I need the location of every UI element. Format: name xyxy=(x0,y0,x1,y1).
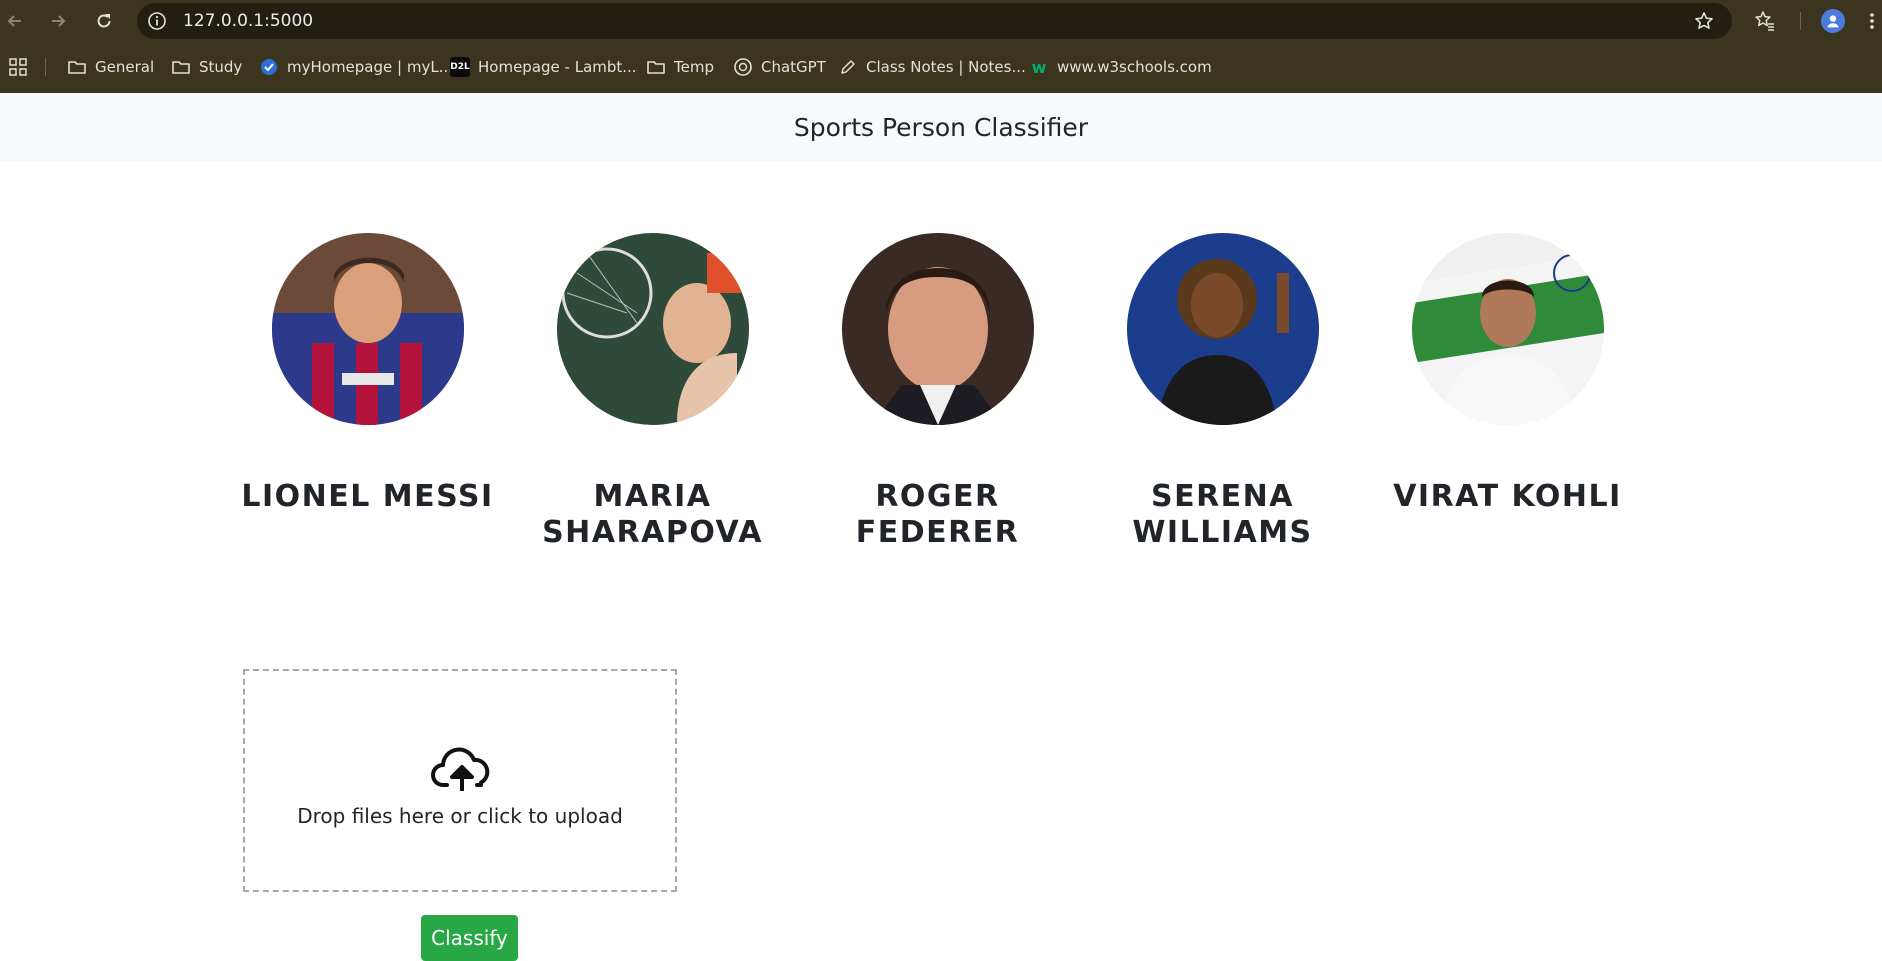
player-name: VIRAT KOHLI xyxy=(1393,479,1622,514)
player-photo-serena xyxy=(1126,233,1319,425)
bookmark-label: Temp xyxy=(674,58,714,76)
page-title: Sports Person Classifier xyxy=(793,112,1089,142)
more-vertical-icon xyxy=(1870,13,1874,29)
file-dropzone[interactable]: Drop files here or click to upload xyxy=(243,669,677,892)
player-name: LIONEL MESSI xyxy=(241,479,494,514)
site-info-icon[interactable] xyxy=(147,11,167,31)
pencil-icon xyxy=(841,60,855,74)
arrow-right-icon xyxy=(52,15,66,27)
folder-icon xyxy=(172,61,190,74)
d2l-favicon-icon: D2L xyxy=(450,57,470,77)
bookmark-label: General xyxy=(95,58,155,76)
bookmark-label: www.w3schools.com xyxy=(1057,58,1212,76)
bookmark-label: myHomepage | myL... xyxy=(287,58,453,76)
profile-icon xyxy=(1827,15,1839,28)
player-photo-image xyxy=(1411,233,1604,425)
bookmark-label: Study xyxy=(199,58,243,76)
bookmark-star-icon[interactable] xyxy=(1694,11,1714,31)
page-header: Sports Person Classifier xyxy=(0,93,1882,161)
apps-grid-icon xyxy=(9,58,27,76)
bookmark-w3schools[interactable]: w www.w3schools.com xyxy=(1029,50,1212,84)
reading-list-button[interactable] xyxy=(1752,8,1778,34)
browser-toolbar: 127.0.0.1:5000 xyxy=(0,0,1882,42)
url-text[interactable]: 127.0.0.1:5000 xyxy=(183,3,313,39)
browser-menu-button[interactable] xyxy=(1866,8,1878,34)
player-photo-image xyxy=(841,233,1034,425)
bookmark-myhomepage[interactable]: myHomepage | myL... xyxy=(259,50,453,84)
player-name: MARIA SHARAPOVA xyxy=(542,479,763,550)
player-photo-image xyxy=(556,233,749,425)
forward-button[interactable] xyxy=(45,8,71,34)
arrow-left-icon xyxy=(7,15,21,27)
bookmark-label: Homepage - Lambt... xyxy=(478,58,637,76)
player-photo-image xyxy=(1126,233,1319,425)
folder-icon xyxy=(68,61,86,74)
w3schools-icon: w xyxy=(1031,57,1047,77)
reload-button[interactable] xyxy=(91,8,117,34)
dropzone-text: Drop files here or click to upload xyxy=(297,804,623,828)
classify-button[interactable]: Classify xyxy=(421,915,518,961)
bookmark-study[interactable]: Study xyxy=(171,50,242,84)
player-photo-sharapova xyxy=(556,233,749,425)
browser-chrome: 127.0.0.1:5000 General Study myHomepage … xyxy=(0,0,1882,93)
star-list-icon xyxy=(1755,11,1774,31)
player-photo-federer xyxy=(841,233,1034,425)
player-name: SERENA WILLIAMS xyxy=(1132,479,1313,550)
player-card-kohli[interactable]: VIRAT KOHLI xyxy=(1365,233,1650,515)
bookmark-general[interactable]: General xyxy=(67,50,154,84)
chatgpt-icon xyxy=(734,58,752,76)
bookmark-label: Class Notes | Notes... xyxy=(866,58,1026,76)
bookmark-chatgpt[interactable]: ChatGPT xyxy=(733,50,826,84)
cloud-upload-icon xyxy=(431,747,490,791)
apps-button[interactable] xyxy=(8,50,28,84)
player-photo-kohli xyxy=(1411,233,1604,425)
bookmark-temp[interactable]: Temp xyxy=(646,50,714,84)
reload-icon xyxy=(97,14,111,28)
player-card-serena[interactable]: SERENA WILLIAMS xyxy=(1080,233,1365,551)
profile-avatar[interactable] xyxy=(1821,9,1845,33)
back-button[interactable] xyxy=(2,8,28,34)
bookmark-class-notes[interactable]: Class Notes | Notes... xyxy=(838,50,1026,84)
folder-icon xyxy=(647,61,665,74)
site-favicon-icon xyxy=(261,59,277,75)
player-photo-image xyxy=(271,233,464,425)
player-card-sharapova[interactable]: MARIA SHARAPOVA xyxy=(510,233,795,551)
player-name: ROGER FEDERER xyxy=(855,479,1020,550)
player-card-federer[interactable]: ROGER FEDERER xyxy=(795,233,1080,551)
bookmarks-bar: General Study myHomepage | myL... D2L Ho… xyxy=(0,50,1882,84)
player-photo-messi xyxy=(271,233,464,425)
player-card-messi[interactable]: LIONEL MESSI xyxy=(225,233,510,515)
bookmark-lambton-homepage[interactable]: D2L Homepage - Lambt... xyxy=(450,50,637,84)
address-bar[interactable]: 127.0.0.1:5000 xyxy=(137,3,1732,39)
bookmark-label: ChatGPT xyxy=(761,58,826,76)
bookmarks-divider xyxy=(45,58,46,76)
toolbar-divider xyxy=(1800,12,1801,30)
